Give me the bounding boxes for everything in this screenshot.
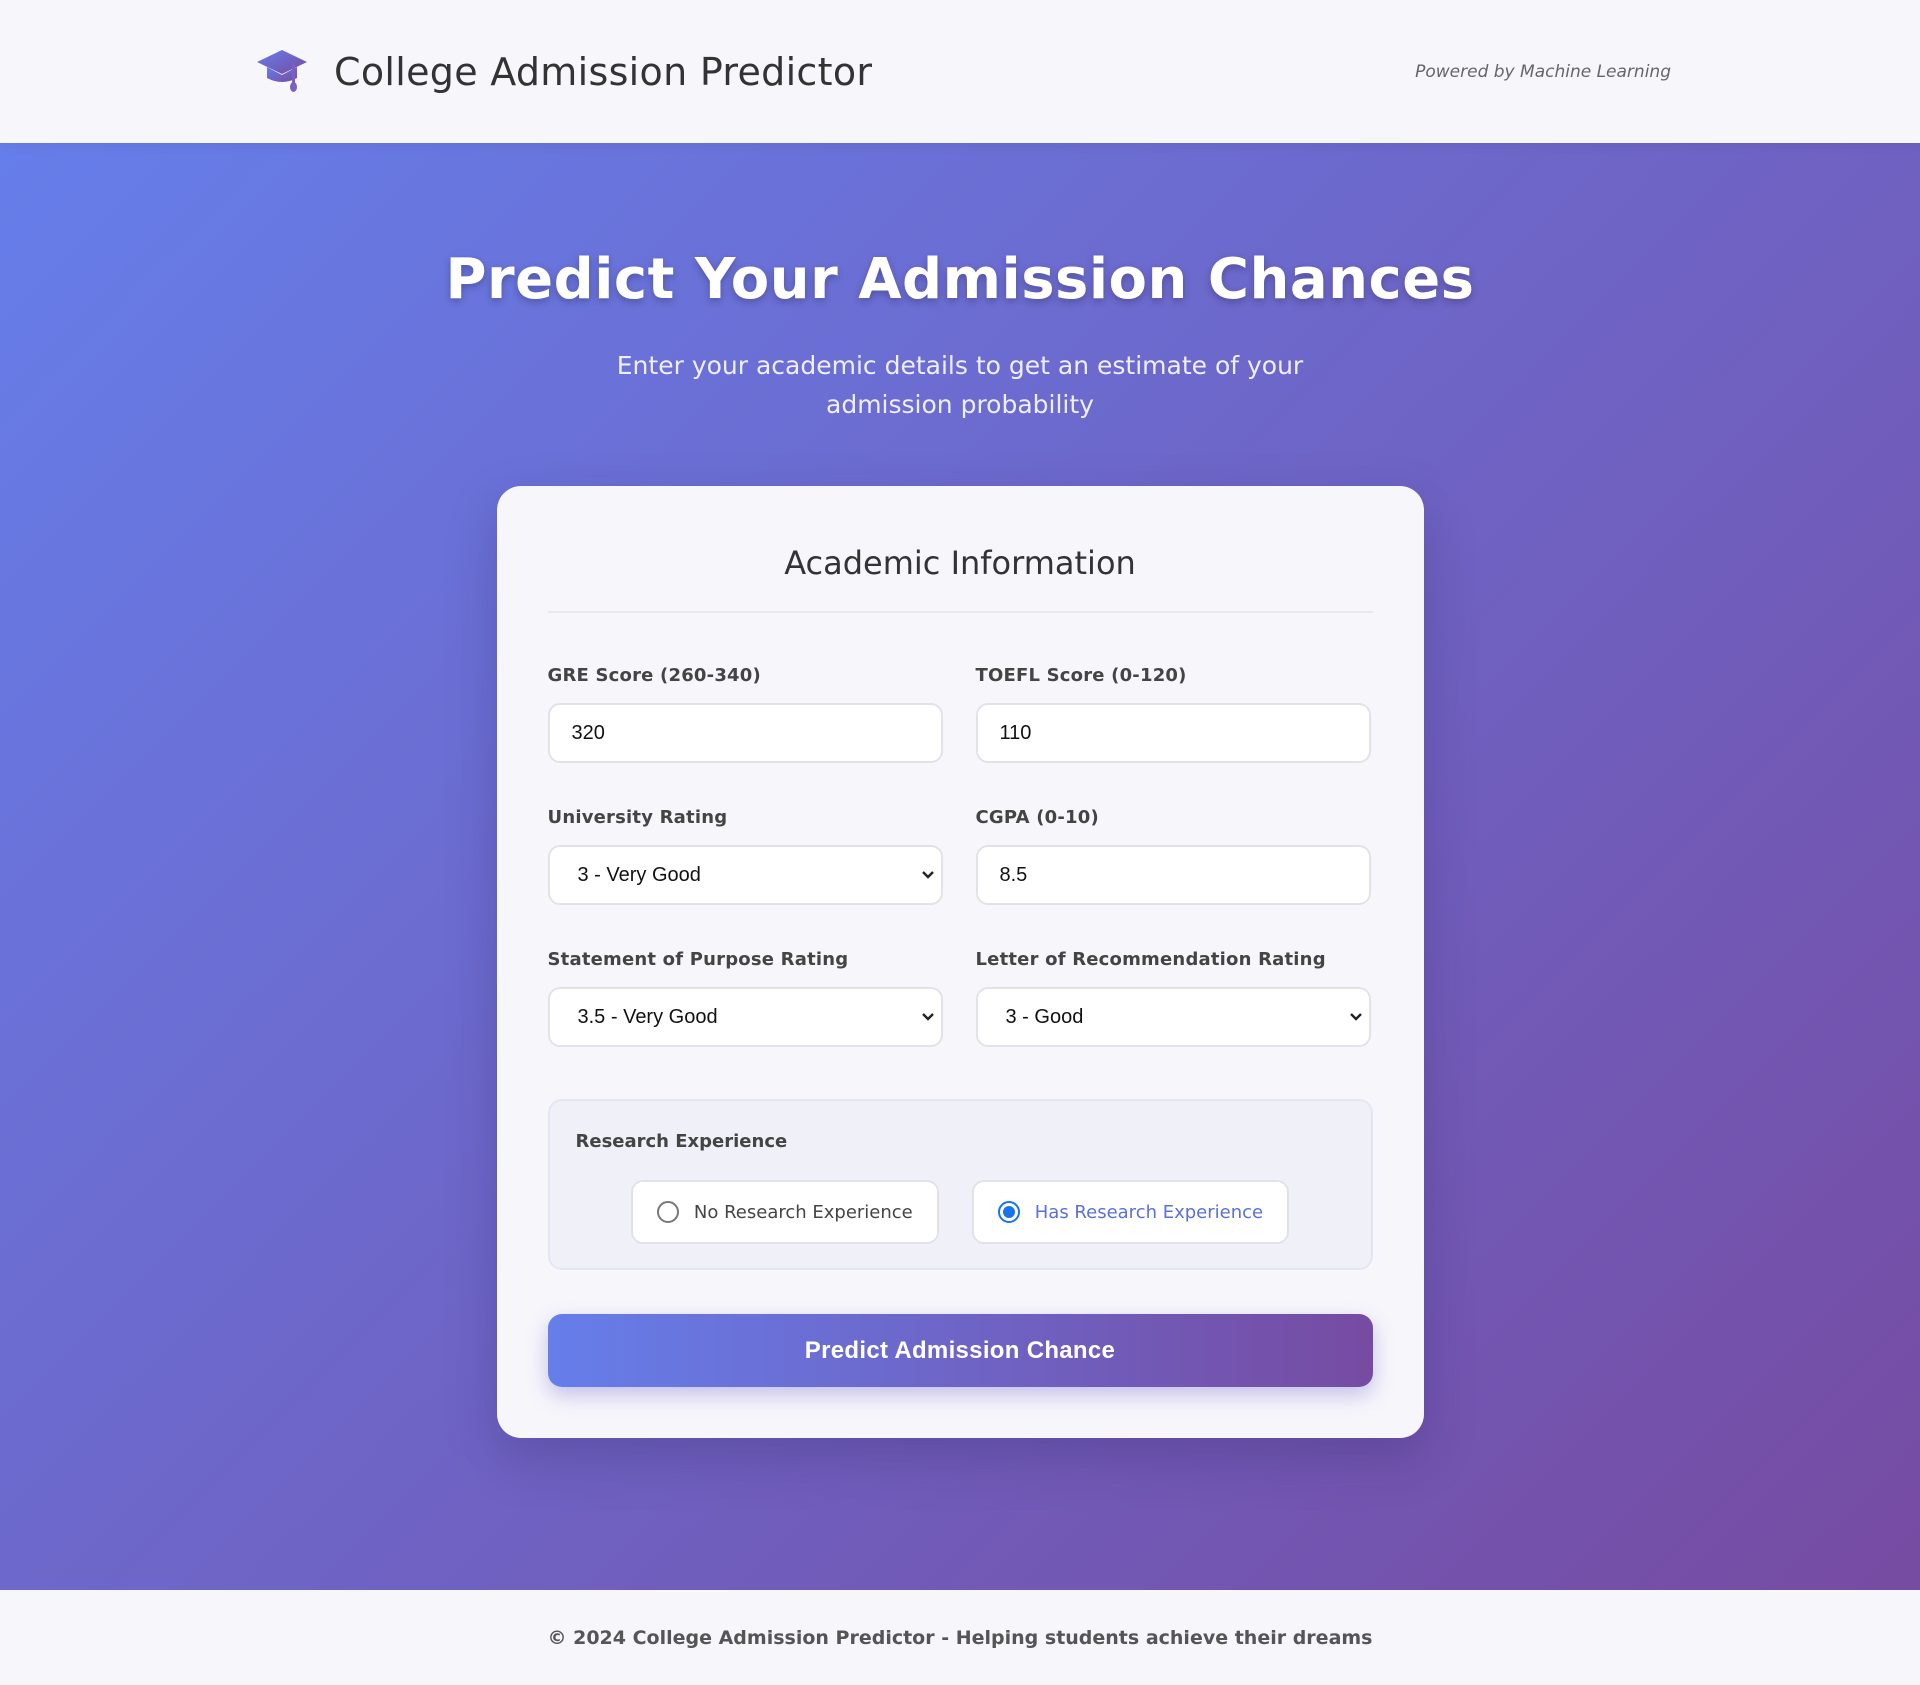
gre-label: GRE Score (260-340) xyxy=(547,665,761,686)
research-no-label: No Research Experience xyxy=(693,1201,913,1223)
radio-unchecked-icon[interactable] xyxy=(656,1201,679,1223)
sop-select[interactable]: 3.5 - Very Good xyxy=(547,987,943,1047)
university-rating-label: University Rating xyxy=(547,807,728,828)
research-label: Research Experience xyxy=(575,1131,788,1152)
hero-section: Predict Your Admission Chances Enter you… xyxy=(0,143,1920,1590)
sop-value: 3.5 - Very Good xyxy=(577,1005,718,1028)
footer-text: © 2024 College Admission Predictor - Hel… xyxy=(547,1626,1373,1649)
chevron-down-icon xyxy=(1349,1009,1363,1025)
gre-value: 320 xyxy=(571,721,605,744)
university-rating-select[interactable]: 3 - Very Good xyxy=(547,845,943,905)
research-radio-group: No Research Experience Has Research Expe… xyxy=(576,1180,1345,1244)
lor-value: 3 - Good xyxy=(1005,1005,1084,1028)
cgpa-label: CGPA (0-10) xyxy=(975,807,1099,828)
toefl-value: 110 xyxy=(999,721,1032,744)
powered-by-text: Powered by Machine Learning xyxy=(1415,61,1671,82)
app-title: College Admission Predictor xyxy=(334,49,873,94)
sop-field: Statement of Purpose Rating 3.5 - Very G… xyxy=(547,949,943,1047)
research-yes-label: Has Research Experience xyxy=(1034,1201,1264,1223)
toefl-label: TOEFL Score (0-120) xyxy=(975,665,1187,686)
lor-select[interactable]: 3 - Good xyxy=(975,987,1371,1047)
form-grid: GRE Score (260-340) 320 TOEFL Score (0-1… xyxy=(547,665,1373,1047)
lor-label: Letter of Recommendation Rating xyxy=(975,949,1326,970)
cgpa-value: 8.5 xyxy=(999,863,1028,886)
page-footer: © 2024 College Admission Predictor - Hel… xyxy=(0,1590,1920,1685)
brand: College Admission Predictor xyxy=(256,48,872,96)
research-experience-group: Research Experience No Research Experien… xyxy=(547,1099,1373,1270)
toefl-field: TOEFL Score (0-120) 110 xyxy=(975,665,1371,763)
toefl-input[interactable]: 110 xyxy=(975,703,1371,763)
hero-title: Predict Your Admission Chances xyxy=(445,247,1475,312)
graduation-cap-icon xyxy=(256,48,308,96)
predict-button[interactable]: Predict Admission Chance xyxy=(547,1314,1373,1387)
university-rating-field: University Rating 3 - Very Good xyxy=(547,807,943,905)
prediction-form-card: Academic Information GRE Score (260-340)… xyxy=(496,486,1424,1438)
gre-field: GRE Score (260-340) 320 xyxy=(547,665,943,763)
cgpa-field: CGPA (0-10) 8.5 xyxy=(975,807,1371,905)
hero-subtitle: Enter your academic details to get an es… xyxy=(616,351,1304,419)
chevron-down-icon xyxy=(921,867,935,883)
gre-input[interactable]: 320 xyxy=(547,703,943,763)
cgpa-input[interactable]: 8.5 xyxy=(975,845,1371,905)
chevron-down-icon xyxy=(921,1009,935,1025)
radio-checked-icon[interactable] xyxy=(997,1201,1020,1223)
university-rating-value: 3 - Very Good xyxy=(577,863,701,886)
sop-label: Statement of Purpose Rating xyxy=(547,949,849,970)
form-title: Academic Information xyxy=(547,544,1373,613)
app-header: College Admission Predictor Powered by M… xyxy=(0,0,1920,143)
research-yes-option[interactable]: Has Research Experience xyxy=(971,1180,1290,1244)
research-no-option[interactable]: No Research Experience xyxy=(630,1180,939,1244)
lor-field: Letter of Recommendation Rating 3 - Good xyxy=(975,949,1371,1047)
